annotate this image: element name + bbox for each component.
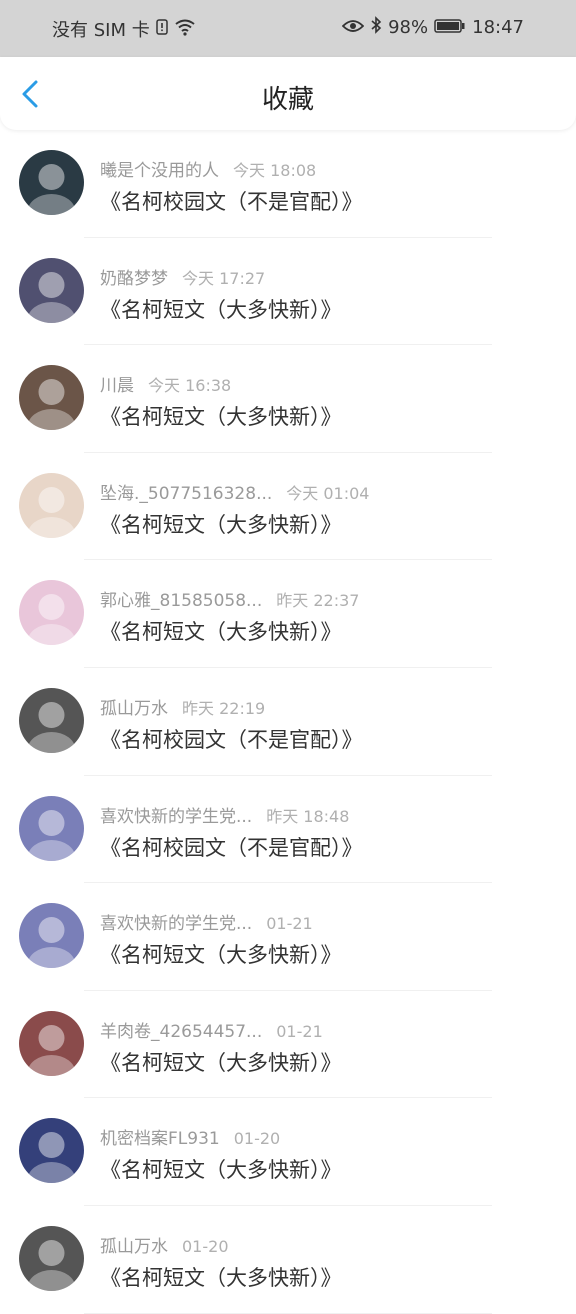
timestamp: 今天 01:04 <box>286 483 370 503</box>
carrier-text: 没有 SIM 卡 <box>52 20 150 41</box>
favorite-title[interactable]: 《名柯短文（大多快新）》 <box>100 939 342 969</box>
timestamp: 01-20 <box>182 1236 229 1256</box>
favorite-title[interactable]: 《名柯短文（大多快新）》 <box>100 294 342 324</box>
timestamp: 01-21 <box>276 1021 323 1041</box>
favorite-title[interactable]: 《名柯短文（大多快新）》 <box>100 616 342 646</box>
timestamp: 今天 18:08 <box>233 161 317 180</box>
avatar-image <box>19 1225 84 1291</box>
timestamp: 昨天 22:37 <box>276 591 360 611</box>
status-bar: 没有 SIM 卡 98% 18:47 <box>0 0 576 57</box>
avatar[interactable] <box>19 150 84 215</box>
list-item[interactable]: 孤山万水 昨天 22:19 《名柯校园文（不是官配）》 <box>0 668 576 776</box>
timestamp: 01-20 <box>233 1129 281 1149</box>
divider <box>84 1312 492 1314</box>
wifi-icon <box>174 18 196 41</box>
item-meta: 喜欢快新的学生党... 01-21 <box>100 909 313 934</box>
username[interactable]: 川晨 <box>100 371 134 396</box>
item-meta: 喜欢快新的学生党... 昨天 18:48 <box>100 802 349 827</box>
list-item[interactable]: 曦是个没用的人 今天 18:08 《名柯校园文（不是官配）》 <box>0 130 576 238</box>
list-item[interactable]: 喜欢快新的学生党... 昨天 18:48 《名柯校园文（不是官配）》 <box>0 776 576 884</box>
item-meta: 川晨 今天 16:38 <box>100 371 231 396</box>
avatar-image <box>19 795 84 861</box>
timestamp: 昨天 22:19 <box>182 698 266 718</box>
avatar-image <box>19 472 84 538</box>
item-meta: 坠海._5077516328... 今天 01:04 <box>100 479 369 504</box>
favorite-title[interactable]: 《名柯短文（大多快新）》 <box>100 509 342 539</box>
list-item[interactable]: 坠海._5077516328... 今天 01:04 《名柯短文（大多快新）》 <box>0 453 576 561</box>
username[interactable]: 羊肉卷_42654457... <box>100 1017 262 1042</box>
item-meta: 机密档案FL931 01-20 <box>100 1124 280 1149</box>
username[interactable]: 机密档案FL931 <box>100 1124 220 1149</box>
eye-icon <box>341 17 365 38</box>
avatar[interactable] <box>19 257 84 323</box>
nav-header: 收藏 <box>0 57 576 130</box>
username[interactable]: 奶酪梦梦 <box>100 264 168 289</box>
status-left: 没有 SIM 卡 <box>52 16 196 42</box>
avatar-image <box>19 365 84 431</box>
avatar-image <box>19 150 84 215</box>
clock-time: 18:47 <box>472 17 524 38</box>
item-meta: 孤山万水 01-20 <box>100 1232 229 1257</box>
avatar-image <box>19 1118 84 1184</box>
username[interactable]: 喜欢快新的学生党... <box>100 909 252 934</box>
list-item[interactable]: 郭心雅_81585058... 昨天 22:37 《名柯短文（大多快新）》 <box>0 560 576 668</box>
timestamp: 01-21 <box>266 914 313 934</box>
avatar[interactable] <box>19 580 84 646</box>
favorite-title[interactable]: 《名柯校园文（不是官配）》 <box>100 832 363 862</box>
avatar[interactable] <box>19 365 84 431</box>
avatar[interactable] <box>19 795 84 861</box>
battery-icon <box>434 17 466 38</box>
avatar[interactable] <box>19 1010 84 1076</box>
avatar[interactable] <box>19 1118 84 1184</box>
list-item[interactable]: 羊肉卷_42654457... 01-21 《名柯短文（大多快新）》 <box>0 991 576 1099</box>
avatar-image <box>19 687 84 753</box>
timestamp: 昨天 18:48 <box>266 806 350 826</box>
avatar[interactable] <box>19 903 84 969</box>
favorite-title[interactable]: 《名柯短文（大多快新）》 <box>100 1262 342 1292</box>
timestamp: 今天 16:38 <box>148 376 232 396</box>
username[interactable]: 孤山万水 <box>100 1232 168 1257</box>
timestamp: 今天 17:27 <box>182 268 266 288</box>
favorite-title[interactable]: 《名柯校园文（不是官配）》 <box>100 724 363 754</box>
item-meta: 羊肉卷_42654457... 01-21 <box>100 1017 323 1042</box>
avatar-image <box>19 580 84 646</box>
list-item[interactable]: 机密档案FL931 01-20 《名柯短文（大多快新）》 <box>0 1098 576 1206</box>
favorites-list: 曦是个没用的人 今天 18:08 《名柯校园文（不是官配）》 奶酪梦梦 今天 17:27… <box>0 130 576 1314</box>
item-meta: 奶酪梦梦 今天 17:27 <box>100 264 265 289</box>
avatar[interactable] <box>19 1225 84 1291</box>
bluetooth-icon <box>370 16 382 39</box>
list-item[interactable]: 喜欢快新的学生党... 01-21 《名柯短文（大多快新）》 <box>0 883 576 991</box>
page-title: 收藏 <box>261 85 314 115</box>
avatar-image <box>19 903 84 969</box>
avatar-image <box>19 257 84 323</box>
favorite-title[interactable]: 《名柯短文（大多快新）》 <box>100 1154 342 1184</box>
username[interactable]: 曦是个没用的人 <box>100 156 219 181</box>
item-meta: 郭心雅_81585058... 昨天 22:37 <box>100 586 359 611</box>
item-meta: 孤山万水 昨天 22:19 <box>100 694 265 719</box>
username[interactable]: 郭心雅_81585058... <box>100 586 262 611</box>
avatar-image <box>19 1010 84 1076</box>
battery-percent: 98% <box>388 17 429 38</box>
username[interactable]: 孤山万水 <box>100 694 168 719</box>
username[interactable]: 喜欢快新的学生党... <box>100 802 252 827</box>
item-meta: 曦是个没用的人 今天 18:08 <box>100 156 316 181</box>
favorite-title[interactable]: 《名柯短文（大多快新）》 <box>100 401 342 431</box>
username[interactable]: 坠海._5077516328... <box>100 479 272 504</box>
favorite-title[interactable]: 《名柯校园文（不是官配）》 <box>100 186 363 216</box>
sim-alert-icon <box>155 18 168 40</box>
list-item[interactable]: 孤山万水 01-20 《名柯短文（大多快新）》 <box>0 1206 576 1314</box>
list-item[interactable]: 奶酪梦梦 今天 17:27 《名柯短文（大多快新）》 <box>0 238 576 346</box>
avatar[interactable] <box>19 687 84 753</box>
list-item[interactable]: 川晨 今天 16:38 《名柯短文（大多快新）》 <box>0 345 576 453</box>
favorite-title[interactable]: 《名柯短文（大多快新）》 <box>100 1047 342 1077</box>
avatar[interactable] <box>19 472 84 538</box>
status-right: 98% 18:47 <box>341 16 524 39</box>
